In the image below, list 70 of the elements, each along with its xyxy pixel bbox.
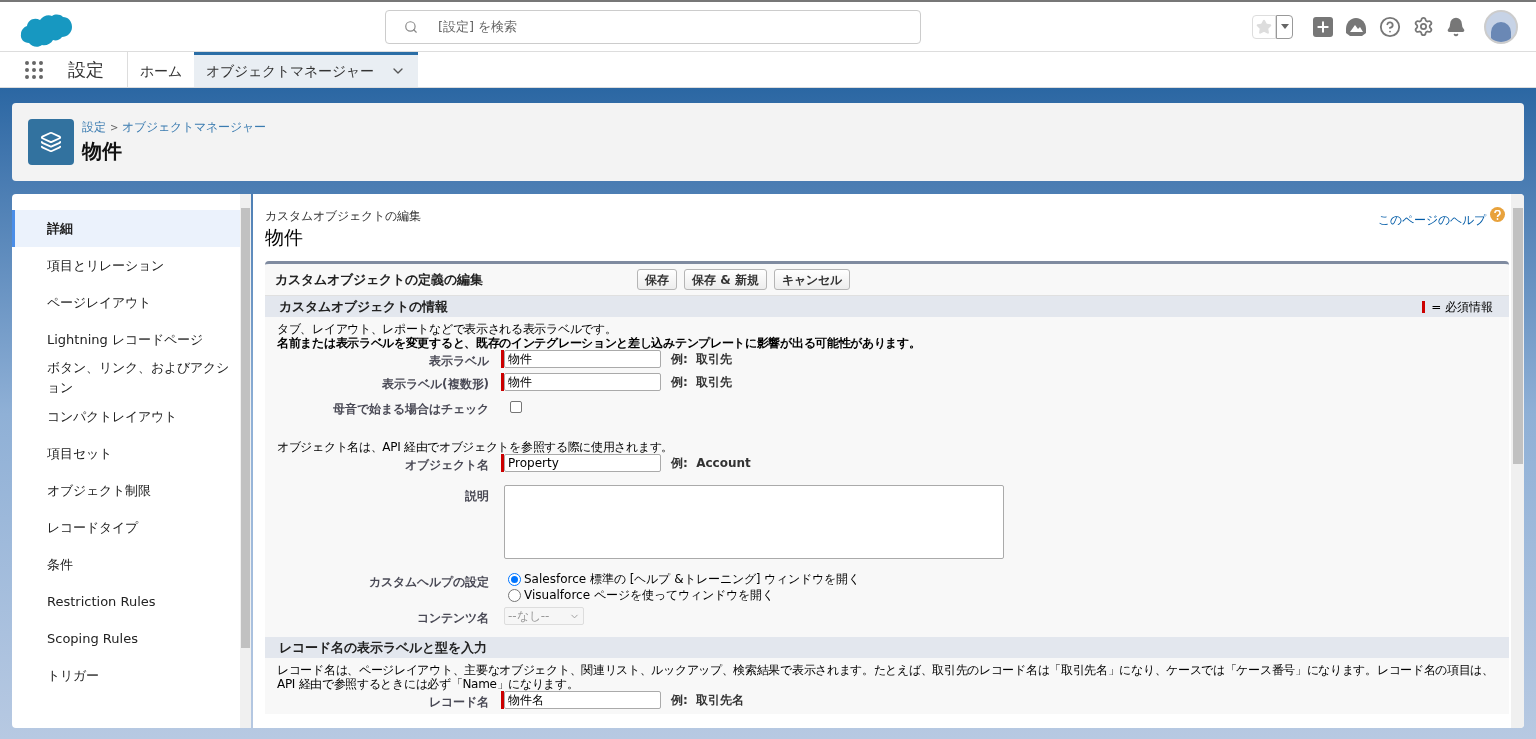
form-button[interactable]: 保存 & 新規 <box>684 269 767 290</box>
example-text: 例: 取引先 <box>671 374 733 391</box>
form-title: カスタムオブジェクトの定義の編集 <box>275 270 484 289</box>
favorites-dropdown[interactable] <box>1276 14 1293 39</box>
sidebar-item[interactable]: 詳細 <box>12 210 240 247</box>
section-header: カスタムオブジェクトの情報 = 必須情報 <box>265 296 1509 317</box>
field-label: 母音で始まる場合はチェック <box>333 402 489 416</box>
search-icon <box>404 19 418 34</box>
page-title: 物件 <box>82 138 123 165</box>
form-button[interactable]: 保存 <box>637 269 677 290</box>
text-field[interactable]: 物件 <box>504 373 661 391</box>
nav-tab[interactable]: ホーム <box>128 52 194 87</box>
notification-bell-icon[interactable] <box>1446 16 1466 37</box>
example-text: 例: 取引先 <box>671 351 733 368</box>
help-icon[interactable] <box>1379 15 1401 38</box>
sidebar-item[interactable]: コンパクトレイアウト <box>12 398 240 435</box>
required-legend: = 必須情報 <box>1431 297 1493 316</box>
text-field[interactable]: 物件 <box>504 350 661 368</box>
breadcrumb-link[interactable]: 設定 <box>82 118 106 136</box>
text-field[interactable]: 物件名 <box>504 691 661 709</box>
field-label: 表示ラベル(複数形) <box>382 377 489 391</box>
sidebar-item[interactable]: トリガー <box>12 657 240 694</box>
sidebar-item[interactable]: Scoping Rules <box>12 620 240 657</box>
settings-icon[interactable] <box>1413 16 1434 37</box>
radio-button[interactable] <box>508 588 521 602</box>
sidebar-item[interactable]: レコードタイプ <box>12 509 240 546</box>
mountain-icon[interactable] <box>1345 16 1367 37</box>
example-text: 例: 取引先名 <box>671 692 745 709</box>
scrollbar[interactable] <box>1511 194 1524 728</box>
field-label: オブジェクト名 <box>405 458 489 472</box>
nav-tab[interactable]: オブジェクトマネージャー <box>194 52 418 87</box>
breadcrumb-separator: > <box>110 120 119 135</box>
add-icon[interactable] <box>1313 16 1333 37</box>
field-label: 説明 <box>465 489 489 503</box>
field-label: レコード名 <box>429 695 489 709</box>
form-button[interactable]: キャンセル <box>773 269 850 290</box>
breadcrumb-link[interactable]: オブジェクトマネージャー <box>122 118 267 136</box>
text-field[interactable]: Property <box>504 454 661 472</box>
example-text: 例: Account <box>671 455 751 472</box>
sidebar-item[interactable]: 条件 <box>12 546 240 583</box>
help-link[interactable]: このページのヘルプ <box>1378 211 1486 229</box>
required-marker <box>1422 300 1426 313</box>
info-text: タブ、レイアウト、レポートなどで表示される表示ラベルです。 <box>276 322 618 336</box>
section-header: レコード名の表示ラベルと型を入力 <box>265 637 1509 658</box>
sidebar-item[interactable]: Restriction Rules <box>12 583 240 620</box>
record-title: 物件 <box>265 225 304 249</box>
sidebar-item[interactable]: 項目セット <box>12 435 240 472</box>
radio-label: Salesforce 標準の [ヘルプ &トレーニング] ウィンドウを開く <box>524 571 861 588</box>
user-avatar[interactable] <box>1484 9 1518 44</box>
scrollbar[interactable] <box>240 194 251 728</box>
sidebar-item[interactable]: ボタン、リンク、およびアクション <box>12 358 240 398</box>
sidebar-item[interactable]: オブジェクト制限 <box>12 472 240 509</box>
caret-icon[interactable] <box>1280 24 1289 29</box>
app-name: 設定 <box>68 58 104 82</box>
field-label: カスタムヘルプの設定 <box>369 575 489 589</box>
search-field[interactable]: [設定] を検索 <box>385 9 921 44</box>
field-label: コンテンツ名 <box>417 611 489 625</box>
page-subtitle: カスタムオブジェクトの編集 <box>265 208 421 225</box>
info-text: 名前または表示ラベルを変更すると、既存のインテグレーションと差し込みテンプレートに影響が出る可能性があります。 <box>276 336 922 350</box>
sidebar-item[interactable]: 項目とリレーション <box>12 247 240 284</box>
info-text: オブジェクト名は、API 経由でオブジェクトを参照する際に使用されます。 <box>276 440 674 454</box>
sidebar-item[interactable]: ページレイアウト <box>12 284 240 321</box>
info-text: レコード名は、ページレイアウト、主要なオブジェクト、関連リスト、ルックアップ、検索結果で表示されます。たとえば、取引先のレコード名は「取引先名」になり、ケースでは「ケース番号」になります。レコード名の項目は、API 経由で参照するときには必ず「Name」になります。 <box>276 663 1495 691</box>
sidebar-item[interactable]: Lightning レコードページ <box>12 321 240 358</box>
radio-label: Visualforce ページを使ってウィンドウを開く <box>524 587 774 604</box>
layers-icon <box>28 119 74 165</box>
checkbox[interactable] <box>510 401 522 413</box>
radio-button[interactable] <box>508 572 521 586</box>
field-label: 表示ラベル <box>429 354 489 368</box>
description-field[interactable] <box>504 485 1004 559</box>
